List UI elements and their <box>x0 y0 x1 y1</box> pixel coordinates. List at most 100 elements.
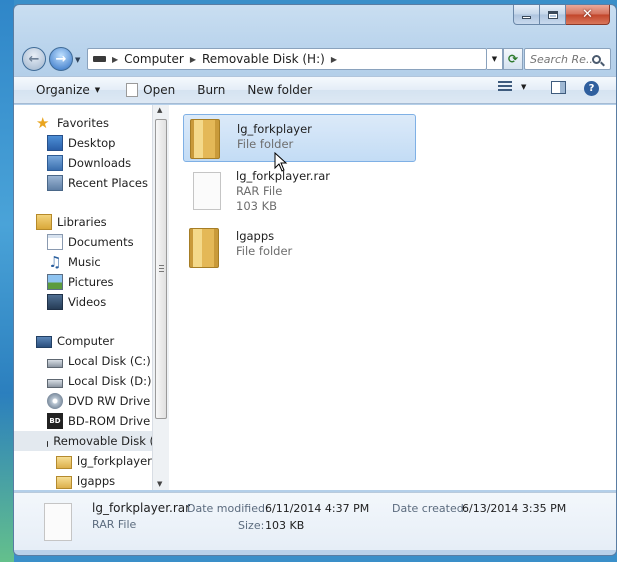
burn-label: Burn <box>197 83 226 97</box>
refresh-icon: ⟳ <box>507 52 519 66</box>
nav-item-bd-rom-drive[interactable]: BD BD-ROM Drive (G <box>47 411 153 431</box>
breadcrumb-separator-icon[interactable]: ▶ <box>329 55 339 64</box>
help-button[interactable]: ? <box>584 81 599 96</box>
nav-computer[interactable]: Computer <box>36 331 114 351</box>
nav-item-recent-places[interactable]: Recent Places <box>47 173 148 193</box>
address-history-dropdown[interactable]: ▼ <box>487 48 503 70</box>
help-icon: ? <box>584 81 599 96</box>
date-modified-value: 6/11/2014 4:37 PM <box>265 502 370 515</box>
file-name: lgapps <box>236 229 275 243</box>
nav-label: Libraries <box>57 215 107 229</box>
breadcrumb-removable-disk[interactable]: Removable Disk (H:) <box>198 52 329 66</box>
back-button[interactable]: ← <box>22 47 46 71</box>
nav-subitem-lgapps[interactable]: lgapps <box>56 471 115 490</box>
new-folder-label: New folder <box>247 83 313 97</box>
nav-label: Music <box>68 255 101 269</box>
nav-label: Computer <box>57 334 115 348</box>
organize-label: Organize <box>36 83 90 97</box>
nav-label: lgapps <box>77 474 116 488</box>
nav-item-videos[interactable]: Videos <box>47 292 106 312</box>
nav-item-documents[interactable]: Documents <box>47 232 134 252</box>
file-item-lgapps[interactable]: lgapps File folder <box>183 226 416 274</box>
navigation-scrollbar[interactable]: ▼ ▲ <box>152 105 169 490</box>
desktop-edge <box>617 0 625 562</box>
nav-item-pictures[interactable]: Pictures <box>47 272 114 292</box>
nav-item-desktop[interactable]: Desktop <box>47 133 115 153</box>
dvd-drive-icon <box>47 393 63 409</box>
drive-icon <box>93 56 106 62</box>
rar-file-icon <box>44 503 72 541</box>
nav-label: DVD RW Drive (E: <box>68 394 153 408</box>
nav-item-music[interactable]: ♫ Music <box>47 252 101 272</box>
file-text: lg_forkplayer.rar RAR File 103 KB <box>236 169 330 214</box>
file-type: RAR File <box>236 184 283 198</box>
burn-button[interactable]: Burn <box>189 77 233 103</box>
folder-icon <box>189 228 219 268</box>
new-folder-button[interactable]: New folder <box>239 77 320 103</box>
scroll-up-arrow-icon[interactable]: ▲ <box>157 106 162 114</box>
explorer-window: ✕ ← → ▼ ▶ Computer ▶ Removable Disk (H:)… <box>13 4 617 556</box>
minimize-icon <box>522 16 531 19</box>
nav-item-dvd-rw-drive[interactable]: DVD RW Drive (E: <box>47 391 153 411</box>
forward-arrow-icon: → <box>55 51 67 67</box>
search-input[interactable] <box>530 52 592 66</box>
scroll-down-arrow-icon[interactable]: ▼ <box>157 480 162 488</box>
main-area: ★ Favorites Desktop Downloads Recent Pla… <box>14 105 616 490</box>
nav-item-local-disk-c[interactable]: Local Disk (C:) <box>47 351 151 371</box>
nav-item-removable-disk[interactable]: Removable Disk ( <box>14 431 153 451</box>
minimize-button[interactable] <box>513 5 540 25</box>
navigation-pane: ★ Favorites Desktop Downloads Recent Pla… <box>14 105 154 490</box>
refresh-button[interactable]: ⟳ <box>503 48 523 70</box>
file-item-lg-forkplayer[interactable]: lg_forkplayer File folder <box>183 114 416 162</box>
breadcrumb-separator-icon[interactable]: ▶ <box>110 55 120 64</box>
videos-icon <box>47 294 63 310</box>
hard-drive-icon <box>47 379 63 388</box>
search-icon <box>592 54 605 66</box>
nav-label: Recent Places <box>68 176 148 190</box>
bd-drive-icon: BD <box>47 413 63 429</box>
chevron-down-icon: ▼ <box>521 83 527 91</box>
nav-item-local-disk-d[interactable]: Local Disk (D:) <box>47 371 152 391</box>
desktop-background <box>0 0 14 562</box>
recent-pages-dropdown-icon[interactable]: ▼ <box>75 56 80 64</box>
date-modified-label: Date modified: <box>187 502 269 515</box>
nav-label: Documents <box>68 235 134 249</box>
open-button[interactable]: Open <box>118 77 183 103</box>
nav-subitem-lg-forkplayer[interactable]: lg_forkplayer <box>56 451 152 471</box>
window-bottom-frame <box>14 550 616 555</box>
chevron-down-icon: ▼ <box>94 86 101 94</box>
file-type: File folder <box>236 244 293 258</box>
nav-favorites[interactable]: ★ Favorites <box>36 113 109 133</box>
file-text: lgapps File folder <box>236 229 292 259</box>
search-box[interactable] <box>524 48 611 70</box>
close-button[interactable]: ✕ <box>566 5 610 25</box>
file-item-lg-forkplayer-rar[interactable]: lg_forkplayer.rar RAR File 103 KB <box>183 166 416 216</box>
breadcrumb-separator-icon[interactable]: ▶ <box>188 55 198 64</box>
nav-label: Pictures <box>68 275 114 289</box>
address-row: ← → ▼ ▶ Computer ▶ Removable Disk (H:) ▶… <box>14 45 616 73</box>
close-icon: ✕ <box>582 7 593 22</box>
organize-button[interactable]: Organize ▼ <box>14 77 108 103</box>
open-label: Open <box>143 83 176 97</box>
address-bar[interactable]: ▶ Computer ▶ Removable Disk (H:) ▶ <box>87 48 487 70</box>
file-size: 103 KB <box>236 199 278 213</box>
breadcrumb-computer[interactable]: Computer <box>120 52 188 66</box>
file-text: lg_forkplayer File folder <box>237 122 312 152</box>
preview-pane-button[interactable] <box>551 81 566 94</box>
nav-label: Desktop <box>68 136 116 150</box>
details-file-type: RAR File <box>92 518 137 531</box>
nav-libraries[interactable]: Libraries <box>36 212 107 232</box>
forward-button[interactable]: → <box>49 47 73 71</box>
command-bar: Organize ▼ Open Burn New folder ▼ ? <box>14 76 616 104</box>
view-dropdown[interactable]: ▼ <box>521 83 526 91</box>
change-view-button[interactable] <box>498 81 512 93</box>
mouse-cursor-icon <box>274 152 288 172</box>
maximize-button[interactable] <box>540 5 566 25</box>
file-open-icon <box>126 83 139 97</box>
folder-icon <box>56 475 72 489</box>
nav-item-downloads[interactable]: Downloads <box>47 153 131 173</box>
nav-label: lg_forkplayer <box>77 454 152 468</box>
hard-drive-icon <box>47 359 63 368</box>
star-icon: ★ <box>36 114 50 132</box>
scrollbar-thumb[interactable] <box>155 119 167 419</box>
